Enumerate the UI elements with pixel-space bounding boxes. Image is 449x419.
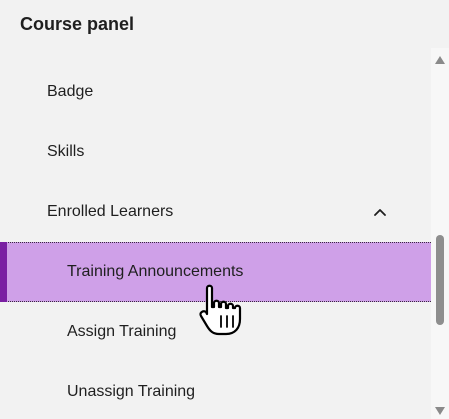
nav-item-label: Enrolled Learners <box>47 203 174 220</box>
nav-item-training-announcements[interactable]: Training Announcements <box>0 242 431 302</box>
nav-item-label: Training Announcements <box>67 263 244 280</box>
nav-item-assign-training[interactable]: Assign Training <box>0 302 431 362</box>
course-nav-list: Badge Skills Enrolled Learners Training … <box>0 62 431 419</box>
vertical-scrollbar[interactable] <box>431 48 449 419</box>
nav-item-skills[interactable]: Skills <box>0 122 431 182</box>
nav-item-enrolled-learners[interactable]: Enrolled Learners <box>0 182 431 242</box>
scrollbar-thumb[interactable] <box>436 235 444 325</box>
triangle-up-icon[interactable] <box>434 55 446 65</box>
panel-title: Course panel <box>20 14 135 34</box>
course-panel: Course panel Badge Skills Enrolled Learn… <box>0 0 449 419</box>
nav-item-label: Assign Training <box>67 323 177 340</box>
triangle-down-icon[interactable] <box>434 406 446 416</box>
nav-item-label: Unassign Training <box>67 383 196 400</box>
nav-item-badge[interactable]: Badge <box>0 62 431 122</box>
chevron-up-icon[interactable] <box>373 205 387 219</box>
nav-item-label: Skills <box>47 143 85 160</box>
nav-item-unassign-training[interactable]: Unassign Training <box>0 362 431 419</box>
nav-item-label: Badge <box>47 83 94 100</box>
